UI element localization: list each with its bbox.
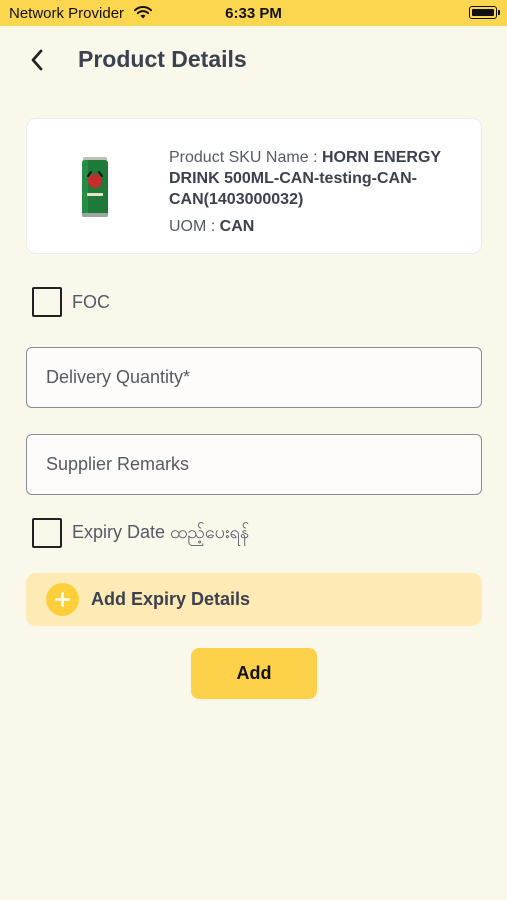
add-expiry-details-button[interactable]: Add Expiry Details xyxy=(26,573,482,626)
plus-icon xyxy=(46,583,79,616)
product-card: Product SKU Name : HORN ENERGY DRINK 500… xyxy=(26,118,482,254)
expiry-date-checkbox[interactable] xyxy=(32,518,62,548)
expiry-date-checkbox-row[interactable]: Expiry Date ထည့်ပေးရန် xyxy=(32,518,249,548)
back-button[interactable] xyxy=(22,45,52,75)
delivery-quantity-field[interactable] xyxy=(26,347,482,408)
add-expiry-details-label: Add Expiry Details xyxy=(91,589,251,609)
foc-checkbox[interactable] xyxy=(32,287,62,317)
product-sku-name: Product SKU Name : HORN ENERGY DRINK 500… xyxy=(169,147,469,210)
product-info: Product SKU Name : HORN ENERGY DRINK 500… xyxy=(169,147,469,237)
page-title: Product Details xyxy=(78,46,247,72)
status-time: 6:33 PM xyxy=(225,5,282,22)
supplier-remarks-input[interactable] xyxy=(27,435,481,494)
status-bar: Network Provider 6:33 PM xyxy=(0,0,507,26)
uom-value: CAN xyxy=(219,218,255,235)
add-button[interactable]: Add xyxy=(191,648,317,699)
header: Product Details xyxy=(0,26,507,92)
product-uom: UOM : CAN xyxy=(169,216,469,237)
battery-icon xyxy=(469,6,500,19)
sku-label: Product SKU Name : xyxy=(169,149,322,166)
expiry-date-label: Expiry Date ထည့်ပေးရန် xyxy=(72,521,250,542)
delivery-quantity-input[interactable] xyxy=(27,348,481,407)
product-image xyxy=(82,157,108,217)
supplier-remarks-field[interactable] xyxy=(26,434,482,495)
foc-checkbox-row[interactable]: FOC xyxy=(32,287,110,317)
chevron-left-icon xyxy=(31,49,43,71)
foc-label: FOC xyxy=(72,291,110,312)
uom-label: UOM : xyxy=(169,218,220,235)
